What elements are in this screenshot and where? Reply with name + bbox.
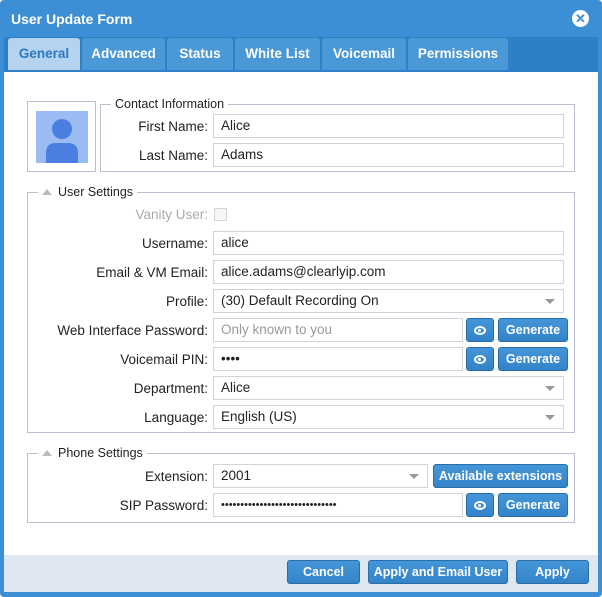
web-password-input[interactable]: Only known to you bbox=[213, 318, 463, 342]
generate-sip-password-button[interactable]: Generate bbox=[498, 493, 568, 517]
show-pin-button[interactable] bbox=[466, 347, 494, 371]
available-extensions-button[interactable]: Available extensions bbox=[433, 464, 568, 488]
chevron-down-icon bbox=[409, 474, 419, 479]
sip-password-label: SIP Password: bbox=[119, 498, 208, 513]
user-settings-legend: User Settings bbox=[58, 185, 134, 199]
department-label: Department: bbox=[133, 381, 208, 396]
eye-icon bbox=[474, 355, 486, 364]
extension-select[interactable]: 2001 bbox=[213, 464, 428, 488]
sip-password-input[interactable]: •••••••••••••••••••••••••••••• bbox=[213, 493, 463, 517]
chevron-down-icon bbox=[545, 415, 555, 420]
collapse-icon bbox=[42, 189, 52, 195]
apply-button[interactable]: Apply bbox=[516, 560, 589, 584]
tab-general[interactable]: General bbox=[8, 38, 80, 70]
language-label: Language: bbox=[144, 410, 208, 425]
web-password-label: Web Interface Password: bbox=[57, 323, 208, 338]
username-label: Username: bbox=[141, 236, 208, 251]
user-settings-toggle[interactable]: User Settings bbox=[38, 185, 138, 199]
tab-status[interactable]: Status bbox=[167, 38, 233, 70]
generate-pin-button[interactable]: Generate bbox=[498, 347, 568, 371]
last-name-label: Last Name: bbox=[138, 148, 208, 163]
collapse-icon bbox=[42, 450, 52, 456]
chevron-down-icon bbox=[545, 299, 555, 304]
first-name-label: First Name: bbox=[138, 119, 208, 134]
eye-icon bbox=[474, 501, 486, 510]
language-value: English (US) bbox=[221, 409, 297, 424]
show-web-password-button[interactable] bbox=[466, 318, 494, 342]
profile-label: Profile: bbox=[165, 294, 208, 309]
tab-white-list[interactable]: White List bbox=[235, 38, 320, 70]
eye-icon bbox=[474, 326, 486, 335]
tab-voicemail[interactable]: Voicemail bbox=[322, 38, 406, 70]
first-name-input[interactable]: Alice bbox=[213, 114, 564, 138]
generate-web-password-button[interactable]: Generate bbox=[498, 318, 568, 342]
department-select[interactable]: Alice bbox=[213, 376, 564, 400]
vanity-user-checkbox[interactable] bbox=[214, 208, 227, 221]
username-input[interactable]: alice bbox=[213, 231, 564, 255]
cancel-button[interactable]: Cancel bbox=[287, 560, 360, 584]
email-label: Email & VM Email: bbox=[96, 265, 208, 280]
apply-and-email-button[interactable]: Apply and Email User bbox=[368, 560, 508, 584]
dialog-title: User Update Form bbox=[11, 11, 133, 27]
profile-value: (30) Default Recording On bbox=[221, 293, 379, 308]
email-input[interactable]: alice.adams@clearlyip.com bbox=[213, 260, 564, 284]
extension-value: 2001 bbox=[221, 468, 252, 483]
extension-label: Extension: bbox=[144, 469, 208, 484]
phone-settings-legend: Phone Settings bbox=[58, 446, 143, 460]
contact-legend: Contact Information bbox=[111, 97, 229, 111]
language-select[interactable]: English (US) bbox=[213, 405, 564, 429]
show-sip-password-button[interactable] bbox=[466, 493, 494, 517]
department-value: Alice bbox=[221, 380, 251, 395]
tab-advanced[interactable]: Advanced bbox=[82, 38, 165, 70]
voicemail-pin-input[interactable]: •••• bbox=[213, 347, 463, 371]
profile-select[interactable]: (30) Default Recording On bbox=[213, 289, 564, 313]
phone-settings-toggle[interactable]: Phone Settings bbox=[38, 446, 147, 460]
tab-permissions[interactable]: Permissions bbox=[408, 38, 508, 70]
last-name-input[interactable]: Adams bbox=[213, 143, 564, 167]
chevron-down-icon bbox=[545, 386, 555, 391]
vanity-user-label: Vanity User: bbox=[135, 207, 208, 222]
close-icon[interactable]: ✕ bbox=[572, 10, 589, 27]
voicemail-pin-label: Voicemail PIN: bbox=[120, 352, 208, 367]
